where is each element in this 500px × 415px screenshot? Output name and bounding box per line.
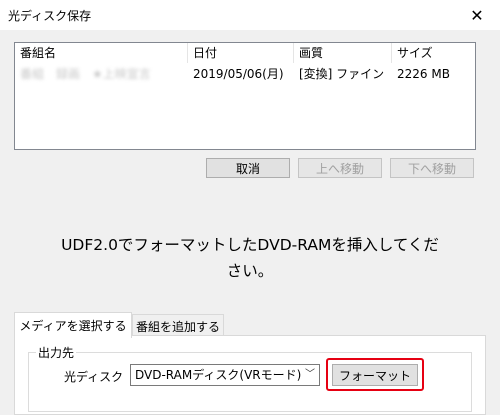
- list-header: 番組名 日付 画質 サイズ: [15, 43, 475, 63]
- instruction-line-2: さい。: [226, 262, 274, 280]
- cell-size: 2226 MB: [397, 67, 450, 81]
- column-header-quality[interactable]: 画質: [294, 43, 391, 63]
- tab-select-media[interactable]: メディアを選択する: [14, 312, 132, 338]
- instruction-line-1: UDF2.0でフォーマットしたDVD-RAMを挿入してくだ: [61, 236, 439, 254]
- disc-type-value: DVD-RAMディスク(VRモード): [135, 368, 302, 382]
- column-header-size[interactable]: サイズ: [392, 43, 462, 63]
- move-down-button[interactable]: 下へ移動: [390, 158, 474, 178]
- format-button[interactable]: フォーマット: [332, 364, 418, 386]
- cancel-button[interactable]: 取消: [206, 158, 290, 178]
- close-icon: ✕: [470, 5, 484, 25]
- chevron-down-icon: ﹀: [305, 369, 315, 380]
- move-up-button[interactable]: 上へ移動: [298, 158, 382, 178]
- close-button[interactable]: ✕: [454, 0, 500, 30]
- window-title: 光ディスク保存: [8, 9, 92, 23]
- column-header-date[interactable]: 日付: [188, 43, 293, 63]
- disc-label: 光ディスク: [64, 370, 124, 384]
- cell-quality: [変換] ファイン: [299, 67, 385, 81]
- instruction-message: UDF2.0でフォーマットしたDVD-RAMを挿入してくだ さい。: [40, 232, 460, 284]
- program-list[interactable]: 番組名 日付 画質 サイズ 番組 録画 ★上映宣言 2019/05/06(月) …: [14, 42, 476, 150]
- column-header-name[interactable]: 番組名: [15, 43, 187, 63]
- output-group-label: 出力先: [36, 344, 77, 361]
- title-bar: 光ディスク保存 ✕: [0, 0, 500, 30]
- cell-program-name: 番組 録画 ★上映宣言: [20, 67, 151, 81]
- table-row[interactable]: 番組 録画 ★上映宣言 2019/05/06(月) [変換] ファイン 2226…: [15, 65, 475, 83]
- disc-type-select[interactable]: DVD-RAMディスク(VRモード) ﹀: [130, 364, 320, 386]
- cell-date: 2019/05/06(月): [193, 67, 284, 81]
